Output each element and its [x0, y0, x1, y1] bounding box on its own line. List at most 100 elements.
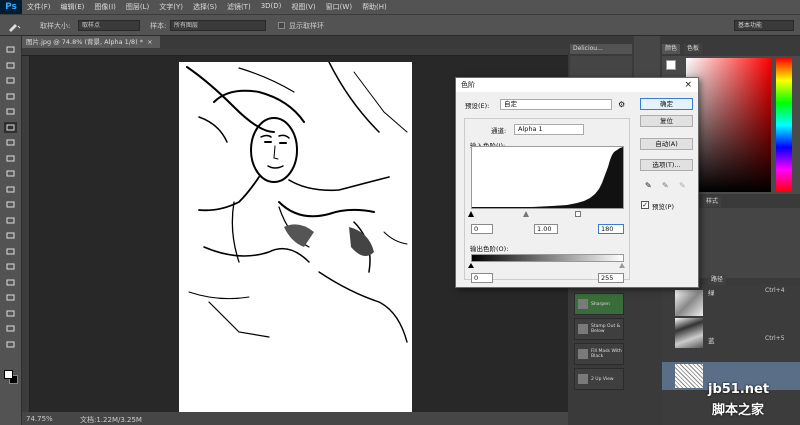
input-black-slider[interactable] [468, 211, 474, 217]
menu-item[interactable]: 视图(V) [286, 2, 320, 12]
tab-delicious-panel[interactable]: Deliciou... [570, 44, 632, 54]
crop-tool-icon[interactable] [4, 106, 17, 117]
tab-color[interactable]: 颜色 [662, 44, 681, 54]
tab-close-button[interactable]: × [147, 38, 152, 46]
layer-thumbnail[interactable] [675, 290, 703, 316]
output-gradient [471, 254, 624, 262]
reset-button[interactable]: 复位 [640, 115, 693, 127]
menu-item[interactable]: 帮助(H) [357, 2, 392, 12]
output-white-slider[interactable] [619, 263, 625, 268]
input-black-field[interactable]: 0 [471, 224, 493, 234]
tools-panel [0, 36, 22, 425]
document-tab-title: 图片.jpg @ 74.8% (背景, Alpha 1/8) * [26, 38, 143, 46]
output-white-field[interactable]: 255 [598, 273, 624, 283]
sample-label: 样本: [150, 22, 167, 30]
eraser-tool-icon[interactable] [4, 199, 17, 210]
zoom-level[interactable]: 74.75% [26, 415, 53, 423]
marquee-tool-icon[interactable] [4, 60, 17, 71]
eyedropper-tool-icon[interactable] [4, 121, 17, 133]
show-ring-checkbox[interactable] [278, 22, 285, 29]
menu-item[interactable]: 图层(L) [121, 2, 154, 12]
menu-item[interactable]: 窗口(W) [321, 2, 357, 12]
auto-button[interactable]: 自动(A) [640, 138, 693, 150]
path-select-tool-icon[interactable] [4, 292, 17, 303]
output-black-field[interactable]: 0 [471, 273, 493, 283]
zoom-tool-icon[interactable] [4, 339, 17, 350]
action-sharpen-button[interactable]: Sharpen [574, 293, 624, 315]
dialog-title-bar: 色阶 × [456, 78, 698, 92]
channel-select[interactable]: Alpha 1 [514, 124, 584, 135]
input-gamma-field[interactable]: 1.00 [534, 224, 558, 234]
color-swatch-fg[interactable] [666, 60, 676, 70]
menu-item[interactable]: 文字(Y) [154, 2, 188, 12]
preview-checkbox[interactable]: ✓ [641, 201, 649, 209]
layer-shortcut: Ctrl+5 [765, 335, 785, 342]
tab-paths[interactable]: 路径 [708, 275, 727, 285]
sample-size-select[interactable]: 取样点 [78, 20, 140, 31]
preset-select[interactable]: 自定 [500, 99, 612, 110]
hue-slider[interactable] [776, 58, 792, 192]
workspace-select[interactable]: 基本功能 [734, 20, 794, 31]
clone-stamp-tool-icon[interactable] [4, 168, 17, 179]
input-white-field[interactable]: 180 [598, 224, 624, 234]
output-black-slider[interactable] [468, 263, 474, 268]
shape-tool-icon[interactable] [4, 308, 17, 319]
action-2up-view-button[interactable]: 2 Up View [574, 368, 624, 390]
layer-thumbnail[interactable] [675, 318, 703, 348]
spot-heal-tool-icon[interactable] [4, 137, 17, 148]
menu-item[interactable]: 文件(F) [22, 2, 56, 12]
menu-item[interactable]: 3D(D) [256, 2, 287, 12]
pen-tool-icon[interactable] [4, 261, 17, 272]
history-brush-tool-icon[interactable] [4, 184, 17, 195]
preset-label: 预设(E): [465, 102, 490, 110]
hand-tool-icon[interactable] [4, 323, 17, 334]
sample-select[interactable]: 所有图层 [170, 20, 266, 31]
layer-shortcut: Ctrl+4 [765, 287, 785, 294]
options-button[interactable]: 选项(T)... [640, 159, 693, 171]
watermark-site-name: 脚本之家 [712, 403, 765, 418]
gray-point-eyedropper-icon[interactable]: ✎ [662, 181, 669, 190]
show-ring-label: 显示取样环 [289, 22, 324, 30]
preset-options-icon[interactable]: ⚙ [618, 100, 625, 109]
document-image[interactable] [179, 61, 412, 412]
tab-swatches[interactable]: 色板 [684, 44, 703, 54]
quick-select-tool-icon[interactable] [4, 91, 17, 102]
input-white-slider[interactable] [575, 211, 581, 217]
menu-item[interactable]: 图像(I) [89, 2, 121, 12]
ok-button[interactable]: 确定 [640, 98, 693, 110]
options-bar: 取样大小: 取样点 样本: 所有图层 显示取样环 基本功能 [0, 14, 800, 36]
histogram-graph [472, 147, 623, 208]
menu-item[interactable]: 编辑(E) [56, 2, 90, 12]
vertical-ruler [22, 56, 30, 412]
lasso-tool-icon[interactable] [4, 75, 17, 86]
horizontal-ruler [22, 48, 568, 56]
dodge-tool-icon[interactable] [4, 246, 17, 257]
eyedropper-tool-preset-icon[interactable] [6, 20, 22, 32]
brush-tool-icon[interactable] [4, 153, 17, 164]
type-tool-icon[interactable] [4, 277, 17, 288]
move-tool-icon[interactable] [4, 44, 17, 55]
black-point-eyedropper-icon[interactable]: ✎ [645, 181, 652, 190]
layer-name: 蓝 [708, 337, 715, 345]
dialog-title: 色阶 [461, 81, 475, 89]
layer-thumbnail[interactable] [675, 364, 703, 388]
blur-tool-icon[interactable] [4, 230, 17, 241]
menu-item[interactable]: 选择(S) [188, 2, 222, 12]
input-gamma-slider[interactable] [523, 211, 529, 217]
document-tab[interactable]: 图片.jpg @ 74.8% (背景, Alpha 1/8) * × [22, 36, 160, 48]
action-stamp-button[interactable]: Stamp Out & Below [574, 318, 624, 340]
sketch-illustration [186, 61, 408, 343]
menu-bar: Ps 文件(F) 编辑(E) 图像(I) 图层(L) 文字(Y) 选择(S) 滤镜(T) 3D… [0, 0, 800, 14]
levels-dialog: 色阶 × 预设(E): 自定 ⚙ 通道: Alpha 1 输入色阶(I): 0 … [455, 77, 699, 288]
tab-styles[interactable]: 样式 [703, 197, 722, 207]
dialog-close-button[interactable]: × [684, 78, 692, 92]
action-fill-mask-button[interactable]: Fill Mask With Black [574, 343, 624, 365]
layer-name: 绿 [708, 289, 715, 297]
gradient-tool-icon[interactable] [4, 215, 17, 226]
status-bar: 74.75% 文档:1.22M/3.25M [22, 412, 568, 425]
foreground-color-swatch[interactable] [4, 370, 13, 379]
white-point-eyedropper-icon[interactable]: ✎ [679, 181, 686, 190]
channel-label: 通道: [491, 127, 507, 135]
preview-label: 预览(P) [652, 203, 674, 211]
menu-item[interactable]: 滤镜(T) [222, 2, 256, 12]
